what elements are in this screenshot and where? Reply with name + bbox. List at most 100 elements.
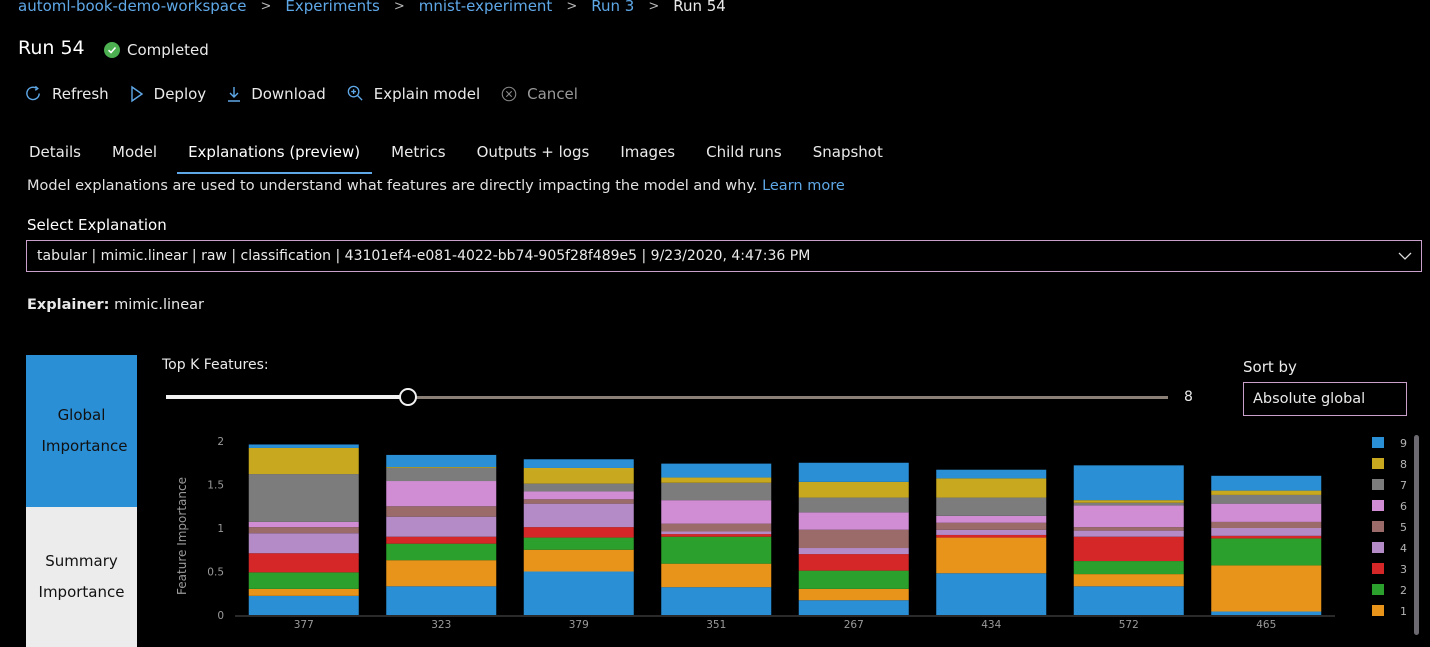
bar-segment: [1073, 530, 1184, 537]
bar-segment: [661, 482, 772, 501]
tab-model[interactable]: Model: [97, 143, 173, 176]
legend-swatch: [1372, 563, 1384, 574]
bar-segment: [248, 588, 359, 596]
bar-segment: [798, 497, 909, 513]
breadcrumb-separator-icon: >: [648, 0, 660, 14]
bar-segment: [248, 572, 359, 589]
legend-swatch: [1372, 437, 1384, 448]
bar-segment: [1073, 502, 1184, 506]
tab-snapshot[interactable]: Snapshot: [798, 143, 899, 176]
bar-segment: [936, 478, 1047, 498]
download-button[interactable]: Download: [226, 85, 326, 103]
bar-segment: [798, 600, 909, 615]
legend-swatch: [1372, 479, 1384, 490]
bar-segment: [798, 548, 909, 555]
bar-segment: [523, 467, 634, 484]
top-k-label: Top K Features:: [162, 357, 269, 373]
explain-model-label: Explain model: [373, 84, 481, 103]
bar-segment: [523, 503, 634, 528]
deploy-button[interactable]: Deploy: [129, 85, 206, 103]
bar-segment: [661, 500, 772, 524]
breadcrumb-separator-icon: >: [566, 0, 578, 14]
tab-bar: Details Model Explanations (preview) Met…: [14, 143, 899, 176]
bar-segment: [1211, 475, 1322, 491]
bar-segment: [798, 512, 909, 530]
legend-swatch: [1372, 584, 1384, 595]
cancel-button[interactable]: Cancel: [500, 85, 578, 103]
bar-segment: [661, 536, 772, 564]
bar-segment: [798, 529, 909, 549]
bar-segment: [386, 536, 497, 544]
bar-segment: [661, 477, 772, 483]
x-tick-label: 323: [431, 619, 451, 631]
learn-more-link[interactable]: Learn more: [762, 178, 845, 194]
legend-scrollbar[interactable]: [1414, 435, 1419, 635]
explainer-value: mimic.linear: [114, 297, 204, 313]
bar-segment: [523, 571, 634, 615]
bar-segment: [1073, 465, 1184, 501]
breadcrumb-workspace[interactable]: automl-book-demo-workspace: [18, 0, 246, 15]
breadcrumb-separator-icon: >: [393, 0, 405, 14]
bar-segment: [661, 523, 772, 532]
download-label: Download: [251, 84, 326, 103]
legend-swatch: [1372, 542, 1384, 553]
x-tick-label: 572: [1119, 619, 1139, 631]
legend-swatch: [1372, 500, 1384, 511]
bar-segment: [523, 527, 634, 538]
bar-segment: [523, 491, 634, 500]
select-explanation-dropdown[interactable]: tabular | mimic.linear | raw | classific…: [26, 240, 1422, 272]
breadcrumb-experiment[interactable]: mnist-experiment: [419, 0, 553, 15]
status-badge: Completed: [104, 41, 209, 59]
refresh-button[interactable]: Refresh: [24, 84, 109, 103]
bar-segment: [248, 444, 359, 448]
bar-segment: [936, 537, 1047, 574]
tab-details[interactable]: Details: [14, 143, 97, 176]
status-text: Completed: [127, 41, 209, 59]
tab-child-runs[interactable]: Child runs: [691, 143, 798, 176]
bar-segment: [936, 522, 1047, 530]
legend-swatch: [1372, 605, 1384, 616]
sort-by-dropdown[interactable]: Absolute global: [1243, 382, 1407, 416]
tab-outputs-logs[interactable]: Outputs + logs: [462, 143, 606, 176]
bar-segment: [248, 474, 359, 522]
explain-model-button[interactable]: Explain model: [346, 84, 480, 103]
bar-segment: [798, 588, 909, 601]
y-axis-title: Feature Importance: [175, 477, 189, 595]
breadcrumb-experiments[interactable]: Experiments: [285, 0, 379, 15]
bar-segment: [661, 534, 772, 537]
x-tick-label: 377: [294, 619, 314, 631]
bar-segment: [248, 527, 359, 534]
legend-label: 6: [1400, 500, 1407, 513]
bar-segment: [1211, 611, 1322, 615]
bar-segment: [1073, 505, 1184, 528]
bar-segment: [1211, 521, 1322, 528]
summary-importance-tab[interactable]: Summary Importance: [26, 507, 137, 647]
global-importance-tab[interactable]: Global Importance: [26, 355, 137, 507]
tab-metrics[interactable]: Metrics: [376, 143, 461, 176]
bar-segment: [386, 586, 497, 615]
x-tick-label: 434: [981, 619, 1001, 631]
bar-segment: [661, 563, 772, 588]
bar-segment: [936, 529, 1047, 535]
legend-label: 7: [1400, 479, 1407, 492]
top-k-slider-thumb[interactable]: [399, 388, 417, 406]
description-text: Model explanations are used to understan…: [27, 178, 758, 194]
summary-importance-label: Summary Importance: [38, 552, 125, 601]
breadcrumb-parent-run[interactable]: Run 3: [591, 0, 634, 15]
bar-segment: [1073, 536, 1184, 562]
legend-label: 4: [1400, 542, 1407, 555]
bar-segment: [936, 497, 1047, 516]
tab-images[interactable]: Images: [605, 143, 691, 176]
search-plus-icon: [347, 85, 363, 101]
select-explanation-value: tabular | mimic.linear | raw | classific…: [37, 248, 811, 264]
bar-segment: [523, 499, 634, 504]
chevron-down-icon: [1398, 252, 1412, 260]
bar-segment: [1211, 565, 1322, 612]
tab-explanations[interactable]: Explanations (preview): [173, 143, 376, 176]
bar-segment: [386, 481, 497, 507]
x-tick-label: 379: [569, 619, 589, 631]
explainer-label: Explainer:: [27, 297, 110, 313]
legend-label: 2: [1400, 584, 1407, 597]
bar-segment: [386, 543, 497, 561]
top-k-value: 8: [1184, 389, 1193, 405]
